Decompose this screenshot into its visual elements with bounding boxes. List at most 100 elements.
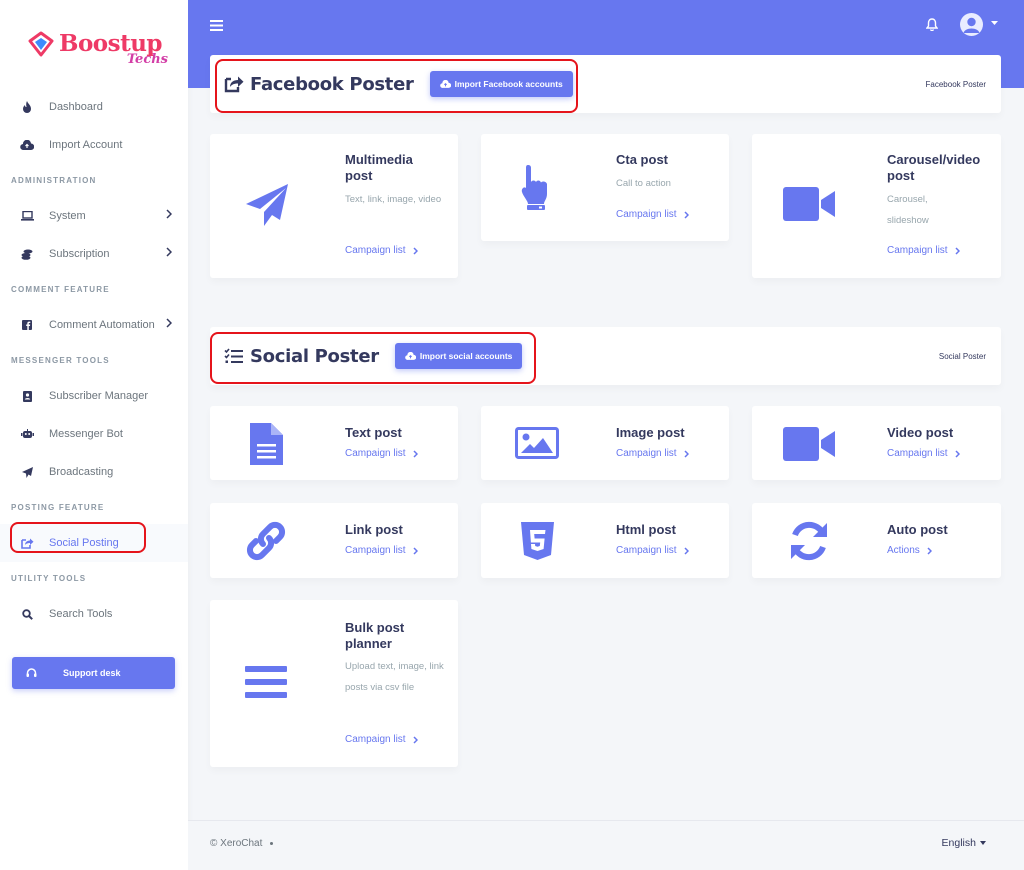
sidebar-item-label: Messenger Bot — [49, 428, 123, 440]
language-dropdown[interactable]: English — [942, 837, 986, 849]
link-label: Campaign list — [345, 545, 406, 556]
card-title: Html post — [616, 522, 676, 537]
campaign-list-link[interactable]: Campaign list — [887, 448, 960, 459]
facebook-poster-header: Facebook Poster Import Facebook accounts… — [210, 55, 1001, 113]
card-title: Bulk post planner — [345, 620, 405, 651]
campaign-list-link[interactable]: Campaign list — [616, 545, 689, 556]
laptop-icon — [20, 209, 34, 223]
card-title: Cta post — [616, 152, 668, 167]
language-label: English — [941, 837, 976, 849]
menu-header-administration: ADMINISTRATION — [11, 176, 97, 185]
sidebar: Boostup Techs Dashboard Import Account A… — [0, 0, 188, 870]
chevron-right-icon — [684, 546, 689, 555]
sidebar-item-label: Subscription — [49, 248, 110, 260]
import-facebook-accounts-button[interactable]: Import Facebook accounts — [429, 71, 573, 97]
copyright-text: © XeroChat — [210, 838, 263, 849]
robot-icon — [20, 427, 34, 441]
hamburger-menu-icon[interactable] — [210, 20, 223, 31]
card-title: Text post — [345, 425, 402, 440]
page-title-facebook-poster: Facebook Poster — [250, 73, 414, 95]
social-poster-header: Social Poster Import social accounts Soc… — [210, 327, 1001, 385]
link-label: Campaign list — [345, 245, 406, 256]
sidebar-item-label: Import Account — [49, 139, 123, 151]
link-label: Campaign list — [887, 448, 948, 459]
file-text-icon — [248, 422, 284, 466]
campaign-list-link[interactable]: Campaign list — [345, 734, 418, 745]
chevron-right-icon — [684, 210, 689, 219]
caret-down-icon[interactable] — [991, 21, 998, 25]
user-avatar[interactable] — [960, 13, 983, 36]
link-icon — [244, 519, 288, 563]
card-title: Carousel/video post — [887, 152, 981, 183]
sidebar-item-broadcasting[interactable]: Broadcasting — [0, 453, 188, 491]
link-label: Campaign list — [616, 209, 677, 220]
bars-icon — [244, 662, 288, 702]
separator-dot — [270, 842, 274, 845]
page-title-social-poster: Social Poster — [250, 345, 379, 367]
menu-header-posting-feature: POSTING FEATURE — [11, 503, 105, 512]
card-title: Auto post — [887, 522, 948, 537]
card-auto-post: Auto post Actions — [752, 503, 1001, 578]
chevron-right-icon — [955, 449, 960, 458]
actions-link[interactable]: Actions — [887, 545, 932, 556]
footer: © XeroChat English — [188, 820, 1024, 870]
campaign-list-link[interactable]: Campaign list — [616, 209, 689, 220]
campaign-list-link[interactable]: Campaign list — [345, 448, 418, 459]
html5-icon — [519, 520, 555, 562]
sidebar-item-label: Comment Automation — [49, 319, 155, 331]
sidebar-item-messenger-bot[interactable]: Messenger Bot — [0, 415, 188, 453]
breadcrumb-facebook-poster: Facebook Poster — [925, 79, 986, 89]
link-label: Campaign list — [345, 448, 406, 459]
import-social-accounts-button[interactable]: Import social accounts — [394, 343, 523, 369]
brand-sub: Techs — [126, 52, 168, 67]
sidebar-item-subscriber-manager[interactable]: Subscriber Manager — [0, 377, 188, 415]
sidebar-item-import-account[interactable]: Import Account — [0, 126, 188, 164]
brand-logo[interactable]: Boostup Techs — [0, 0, 188, 88]
diamond-heart-icon — [28, 31, 54, 57]
campaign-list-link[interactable]: Campaign list — [887, 245, 960, 256]
sync-icon — [786, 518, 832, 564]
sidebar-item-search-tools[interactable]: Search Tools — [0, 595, 188, 633]
bell-icon[interactable] — [926, 18, 938, 31]
sidebar-item-dashboard[interactable]: Dashboard — [0, 88, 188, 126]
facebook-square-icon — [20, 318, 34, 332]
card-html-post: Html post Campaign list — [481, 503, 729, 578]
sidebar-item-subscription[interactable]: Subscription — [0, 235, 188, 273]
caret-down-icon — [980, 841, 986, 845]
search-icon — [20, 607, 34, 621]
share-square-icon — [20, 536, 34, 550]
card-description: Text, link, image, video — [345, 194, 442, 205]
cloud-upload-icon — [20, 138, 34, 152]
card-title: Multimedia post — [345, 152, 413, 183]
sidebar-item-social-posting[interactable]: Social Posting — [0, 524, 188, 562]
card-title: Link post — [345, 522, 403, 537]
fire-icon — [20, 100, 34, 114]
campaign-list-link[interactable]: Campaign list — [616, 448, 689, 459]
paper-plane-icon — [242, 180, 292, 230]
image-icon — [515, 426, 559, 460]
sidebar-item-system[interactable]: System — [0, 197, 188, 235]
tasks-icon — [224, 348, 244, 364]
link-label: Campaign list — [616, 448, 677, 459]
video-icon — [782, 186, 836, 222]
card-carousel-video-post: Carousel/video post Carousel, slideshow … — [752, 134, 1001, 278]
sidebar-item-comment-automation[interactable]: Comment Automation — [0, 306, 188, 344]
chevron-right-icon — [927, 546, 932, 555]
chevron-right-icon — [166, 318, 172, 328]
support-desk-button[interactable]: Support desk — [12, 657, 175, 689]
card-multimedia-post: Multimedia post Text, link, image, video… — [210, 134, 458, 278]
support-desk-label: Support desk — [63, 668, 121, 678]
cloud-upload-icon — [439, 80, 451, 88]
card-description: Carousel, slideshow — [887, 194, 929, 226]
card-text-post: Text post Campaign list — [210, 406, 458, 480]
breadcrumb-social-poster: Social Poster — [938, 351, 986, 361]
menu-header-messenger-tools: MESSENGER TOOLS — [11, 356, 110, 365]
campaign-list-link[interactable]: Campaign list — [345, 245, 418, 256]
card-video-post: Video post Campaign list — [752, 406, 1001, 480]
link-label: Campaign list — [887, 245, 948, 256]
import-social-accounts-label: Import social accounts — [419, 351, 513, 361]
sidebar-item-label: Broadcasting — [49, 466, 114, 478]
card-cta-post: Cta post Call to action Campaign list — [481, 134, 729, 241]
card-link-post: Link post Campaign list — [210, 503, 458, 578]
campaign-list-link[interactable]: Campaign list — [345, 545, 418, 556]
